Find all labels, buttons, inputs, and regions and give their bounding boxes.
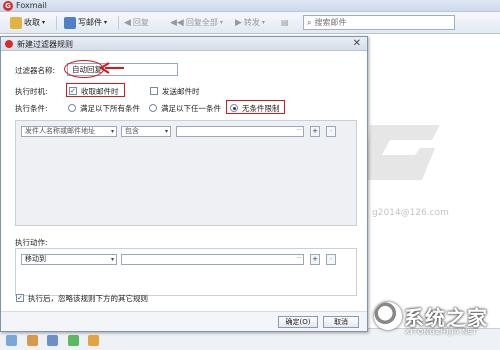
close-icon[interactable]: ✕ — [353, 37, 361, 51]
more-options-icon[interactable]: ··· — [296, 255, 302, 262]
add-action-button[interactable]: + — [310, 254, 320, 265]
compose-button[interactable]: 写邮件 ▾ — [64, 15, 107, 31]
reply-button[interactable]: ◀ 回复 — [124, 15, 149, 31]
chevron-down-icon: ▾ — [261, 19, 265, 26]
search-input[interactable] — [314, 18, 435, 27]
search-icon: ⌕ — [307, 17, 312, 27]
chevron-down-icon: ▾ — [110, 128, 114, 135]
more-options-icon[interactable]: ··· — [296, 127, 302, 134]
chevron-down-icon: ▾ — [42, 19, 46, 26]
chevron-down-icon: ▾ — [219, 19, 223, 26]
new-filter-rule-dialog: 新建过滤器规则 ✕ 过滤器名称: 自动回复 执行时机: ✓ 收取邮件时 发送邮件… — [0, 36, 368, 332]
watermark-logo-icon — [374, 302, 402, 330]
action-target-input[interactable]: ··· — [121, 254, 304, 265]
dialog-titlebar: 新建过滤器规则 ✕ — [1, 37, 367, 51]
cond-any-radio[interactable] — [149, 104, 157, 112]
on-send-checkbox[interactable] — [150, 87, 158, 95]
toolbar-divider — [56, 16, 57, 30]
condition-value-input[interactable]: ··· — [176, 126, 304, 137]
cond-all-radio[interactable] — [68, 104, 76, 112]
calendar-icon[interactable] — [47, 335, 58, 346]
app-titlebar: G Foxmail — [0, 0, 500, 12]
ok-button[interactable]: 确定(O) — [278, 316, 318, 328]
action-select[interactable]: 移动到 ▾ — [21, 254, 117, 265]
cond-any-label: 满足以下任一条件 — [161, 104, 221, 113]
cond-all-label: 满足以下所有条件 — [80, 104, 140, 113]
watermark-text: 系统之家 — [404, 306, 488, 330]
foxmail-watermark-logo-icon — [365, 125, 440, 180]
notes-icon[interactable] — [68, 335, 79, 346]
background-email-text: g2014@126.com — [372, 208, 449, 218]
on-send-label: 发送邮件时 — [162, 87, 200, 96]
highlight-on-receive — [66, 83, 125, 97]
add-condition-button[interactable]: + — [310, 126, 320, 137]
receive-mail-icon — [10, 17, 22, 29]
forward-button[interactable]: ▶ 转发 ▾ — [235, 15, 265, 31]
exec-time-label: 执行时机: — [15, 87, 48, 96]
condition-label: 执行条件: — [15, 104, 48, 113]
feeds-icon[interactable] — [88, 335, 99, 346]
reply-all-icon: ◀◀ — [170, 18, 184, 28]
chevron-down-icon: ▾ — [104, 19, 108, 26]
condition-op-select[interactable]: 包含 ▾ — [121, 126, 171, 137]
red-arrow-icon — [99, 62, 124, 74]
receive-button[interactable]: 收取 ▾ — [10, 15, 45, 31]
filter-name-label: 过滤器名称: — [15, 66, 56, 75]
forward-icon: ▶ — [235, 18, 242, 28]
reply-icon: ◀ — [124, 18, 131, 28]
dialog-title: 新建过滤器规则 — [17, 40, 73, 49]
chevron-down-icon: ▾ — [110, 256, 114, 263]
more-icon: ▤ — [281, 18, 289, 27]
foxmail-logo-icon: G — [3, 1, 13, 11]
remove-condition-button[interactable]: - — [326, 126, 336, 137]
watermark-subtext: XITONGZHIJIA.NET — [405, 328, 478, 336]
reply-all-button[interactable]: ◀◀ 回复全部 ▾ — [170, 15, 223, 31]
stop-rules-checkbox[interactable]: ✓ — [16, 294, 24, 302]
dialog-app-icon — [5, 40, 13, 48]
stop-rules-label: 执行后，忽略该规则下方的其它规则 — [28, 294, 148, 303]
compose-icon — [64, 17, 76, 29]
action-label: 执行动作: — [15, 238, 48, 247]
highlight-cond-none — [226, 100, 285, 114]
action-panel: 移动到 ▾ ··· + - — [15, 248, 357, 296]
condition-field-select[interactable]: 发件人名称或邮件地址 ▾ — [21, 126, 117, 137]
condition-panel: 发件人名称或邮件地址 ▾ 包含 ▾ ··· + - — [15, 120, 357, 226]
app-title: Foxmail — [16, 1, 47, 10]
mail-icon[interactable] — [6, 335, 17, 346]
more-button[interactable]: ▤ — [281, 15, 289, 31]
site-watermark: 系统之家 XITONGZHIJIA.NET — [374, 298, 498, 348]
dialog-footer: 确定(O) 取消 — [1, 311, 367, 331]
search-box[interactable]: ⌕ — [303, 15, 455, 30]
cancel-button[interactable]: 取消 — [323, 316, 359, 328]
chevron-down-icon: ▾ — [164, 128, 168, 135]
remove-action-button[interactable]: - — [326, 254, 336, 265]
contacts-icon[interactable] — [27, 335, 38, 346]
toolbar-divider — [118, 16, 119, 30]
